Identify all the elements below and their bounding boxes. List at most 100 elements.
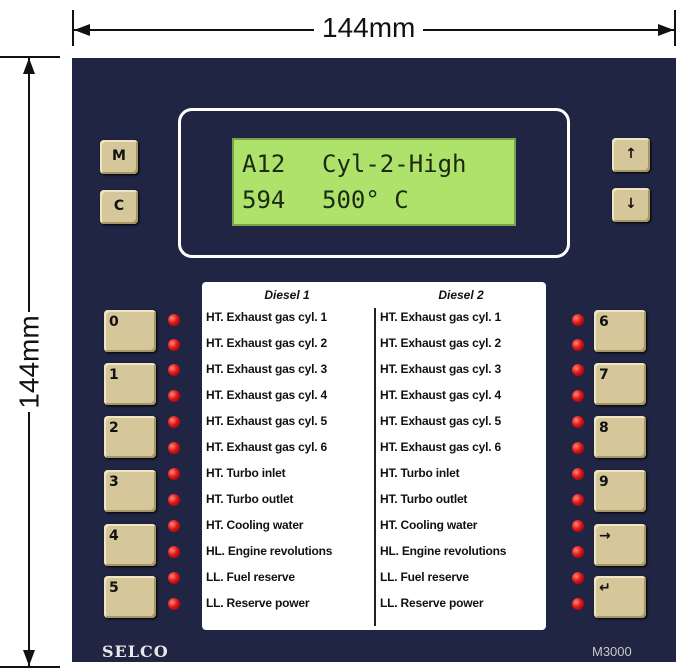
channel-label: HT. Exhaust gas cyl. 2 xyxy=(206,336,327,350)
channel-label: HT. Turbo inlet xyxy=(206,466,286,480)
channel-label: HT. Cooling water xyxy=(206,518,304,532)
channel-label: HT. Exhaust gas cyl. 5 xyxy=(380,414,501,428)
button-label: 0 xyxy=(109,314,119,330)
led-indicator xyxy=(572,339,584,351)
alarm-text: Cyl-2-High xyxy=(322,150,467,178)
channel-label: HT. Exhaust gas cyl. 2 xyxy=(380,336,501,350)
button-1[interactable]: 1 xyxy=(104,363,156,405)
button-label: 4 xyxy=(109,528,119,544)
c-button-label: C xyxy=(113,198,125,214)
channel-label: HT. Exhaust gas cyl. 3 xyxy=(380,362,501,376)
led-indicator xyxy=(572,546,584,558)
dimension-tick xyxy=(674,10,676,46)
c-button[interactable]: C xyxy=(100,190,138,224)
m-button[interactable]: M xyxy=(100,140,138,174)
button-3[interactable]: 3 xyxy=(104,470,156,512)
led-indicator xyxy=(168,494,180,506)
brand-logo: SELCO xyxy=(102,642,169,661)
button-0[interactable]: 0 xyxy=(104,310,156,352)
led-indicator xyxy=(572,390,584,402)
button-label: 2 xyxy=(109,420,119,436)
channel-label: HT. Exhaust gas cyl. 3 xyxy=(206,362,327,376)
reading-value: 594 xyxy=(242,186,286,214)
channel-label: HT. Exhaust gas cyl. 4 xyxy=(380,388,501,402)
channel-label: HL. Engine revolutions xyxy=(206,544,333,558)
right-arrow-button[interactable]: → xyxy=(594,524,646,566)
led-indicator xyxy=(168,314,180,326)
led-indicator xyxy=(572,598,584,610)
diesel-2-title: Diesel 2 xyxy=(438,288,484,302)
channel-label: HT. Exhaust gas cyl. 6 xyxy=(206,440,327,454)
down-button[interactable]: ↓ xyxy=(612,188,650,222)
channel-label: LL. Reserve power xyxy=(380,596,484,610)
button-4[interactable]: 4 xyxy=(104,524,156,566)
button-label: 5 xyxy=(109,580,119,596)
arrow-right-icon: → xyxy=(599,528,611,544)
channel-label: HT. Exhaust gas cyl. 1 xyxy=(380,310,501,324)
button-8[interactable]: 8 xyxy=(594,416,646,458)
led-indicator xyxy=(168,546,180,558)
channel-label: LL. Fuel reserve xyxy=(380,570,469,584)
down-arrow-icon: ↓ xyxy=(625,196,637,212)
arrow-down-icon xyxy=(23,650,35,666)
led-indicator xyxy=(572,364,584,376)
channel-label: HL. Engine revolutions xyxy=(380,544,507,558)
led-indicator xyxy=(572,572,584,584)
button-label: 3 xyxy=(109,474,119,490)
button-label: 6 xyxy=(599,314,609,330)
button-label: 8 xyxy=(599,420,609,436)
channel-label: HT. Turbo outlet xyxy=(206,492,294,506)
channel-label: HT. Exhaust gas cyl. 6 xyxy=(380,440,501,454)
reading-limit: 500° C xyxy=(322,186,409,214)
channel-label: HT. Exhaust gas cyl. 1 xyxy=(206,310,327,324)
button-9[interactable]: 9 xyxy=(594,470,646,512)
led-indicator xyxy=(572,416,584,428)
height-dimension: 144mm xyxy=(0,56,68,668)
diesel-1-title: Diesel 1 xyxy=(264,288,310,302)
up-arrow-icon: ↑ xyxy=(625,146,637,162)
alarm-code: A12 xyxy=(242,150,286,178)
led-indicator xyxy=(572,442,584,454)
width-label: 144mm xyxy=(314,12,424,44)
led-indicator xyxy=(168,442,180,454)
led-indicator xyxy=(572,468,584,480)
button-6[interactable]: 6 xyxy=(594,310,646,352)
led-indicator xyxy=(572,520,584,532)
lcd-display: A12 Cyl-2-High 594 500° C xyxy=(232,138,516,226)
model-label: M3000 xyxy=(592,644,632,659)
led-indicator xyxy=(168,468,180,480)
enter-icon: ↵ xyxy=(599,580,611,596)
arrow-right-icon xyxy=(658,24,674,36)
button-5[interactable]: 5 xyxy=(104,576,156,618)
width-dimension: 144mm xyxy=(72,6,676,46)
button-label: 9 xyxy=(599,474,609,490)
led-indicator xyxy=(572,314,584,326)
led-indicator xyxy=(168,339,180,351)
led-indicator xyxy=(168,390,180,402)
alarm-panel: A12 Cyl-2-High 594 500° C M C ↑ ↓ 0 1 2 … xyxy=(72,58,676,662)
arrow-up-icon xyxy=(23,58,35,74)
channel-label: LL. Fuel reserve xyxy=(206,570,295,584)
led-indicator xyxy=(168,416,180,428)
height-label: 144mm xyxy=(14,315,45,409)
button-label: 1 xyxy=(109,367,119,383)
led-indicator xyxy=(168,364,180,376)
up-button[interactable]: ↑ xyxy=(612,138,650,172)
button-7[interactable]: 7 xyxy=(594,363,646,405)
button-2[interactable]: 2 xyxy=(104,416,156,458)
led-indicator xyxy=(168,598,180,610)
m-button-label: M xyxy=(112,148,126,164)
channel-label: HT. Exhaust gas cyl. 4 xyxy=(206,388,327,402)
channel-label: HT. Turbo outlet xyxy=(380,492,468,506)
channel-label: LL. Reserve power xyxy=(206,596,310,610)
column-divider xyxy=(374,308,376,626)
button-label: 7 xyxy=(599,367,609,383)
arrow-left-icon xyxy=(74,24,90,36)
channel-label: HT. Cooling water xyxy=(380,518,478,532)
channel-label-card: Diesel 1 Diesel 2 HT. Exhaust gas cyl. 1… xyxy=(202,282,546,630)
enter-button[interactable]: ↵ xyxy=(594,576,646,618)
dimension-tick xyxy=(0,666,60,668)
height-label-box: 144mm xyxy=(8,312,52,412)
channel-label: HT. Turbo inlet xyxy=(380,466,460,480)
channel-label: HT. Exhaust gas cyl. 5 xyxy=(206,414,327,428)
